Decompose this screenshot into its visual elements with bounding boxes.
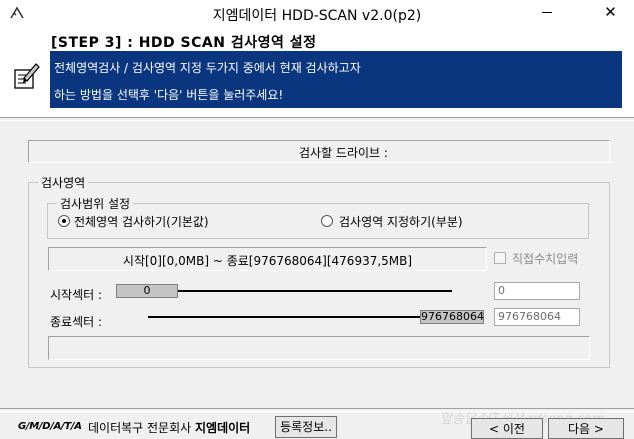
full-scan-radio[interactable] [58,215,70,227]
document-pen-icon [14,63,40,89]
end-sector-input[interactable]: 976768064 [494,308,580,326]
gmdata-logo: G/M/D/A/T/A [18,421,82,432]
partial-scan-label[interactable]: 검사영역 지정하기(부분) [339,213,463,230]
direct-input-checkbox[interactable] [494,252,506,264]
start-sector-label: 시작섹터 : [50,288,103,302]
drive-display: 검사할 드라이브 : [28,140,610,163]
header-divider [0,117,634,121]
start-sector-input[interactable]: 0 [494,282,580,300]
range-summary-panel: 시작[0][0,0MB] ~ 종료[976768064][476937,5MB] [48,247,487,271]
company-prefix: 데이터복구 전문회사 [88,421,195,435]
info-button[interactable]: 등록정보.. [275,416,337,438]
step-header: [STEP 3] : HDD SCAN 검사영역 설정 전체영역검사 / 검사영… [0,28,634,117]
instruction-line-1: 전체영역검사 / 검사영역 지정 두가지 중에서 현재 검사하고자 [54,61,361,75]
scan-area-group-label: 검사영역 [38,174,89,191]
title-bar: 지엠데이터 HDD-SCAN v2.0(p2) ✕ [0,0,634,28]
end-sector-thumb[interactable]: 976768064 [420,310,484,324]
company-name: 지엠데이터 [195,421,251,435]
drive-label: 검사할 드라이브 : [299,146,388,160]
status-panel [48,336,590,360]
step-title: [STEP 3] : HDD SCAN 검사영역 설정 [51,35,317,51]
instruction-line-2: 하는 방법을 선택후 '다음' 버튼을 눌러주세요! [54,88,284,102]
prev-button[interactable]: < 이전 [471,418,543,439]
start-sector-thumb[interactable]: 0 [116,284,178,298]
minimize-button[interactable] [542,12,552,13]
close-button[interactable]: ✕ [589,2,632,23]
range-summary: 시작[0][0,0MB] ~ 종료[976768064][476937,5MB] [122,254,413,268]
end-sector-label: 종료섹터 : [50,315,103,329]
partial-scan-radio[interactable] [321,215,333,227]
next-button[interactable]: 다음 > [548,418,624,439]
instruction-panel: 전체영역검사 / 검사영역 지정 두가지 중에서 현재 검사하고자 하는 방법을… [50,51,622,108]
company-info: 데이터복구 전문회사 지엠데이터 [88,419,250,436]
direct-input-label[interactable]: 직접수치입력 [512,250,578,267]
window-title: 지엠데이터 HDD-SCAN v2.0(p2) [212,8,422,24]
full-scan-label[interactable]: 전체영역 검사하기(기본값) [74,213,209,230]
scan-range-group-label: 검사범위 설정 [57,195,134,212]
hdd-scan-window: 지엠데이터 HDD-SCAN v2.0(p2) ✕ [STEP 3] : HDD… [0,0,634,439]
